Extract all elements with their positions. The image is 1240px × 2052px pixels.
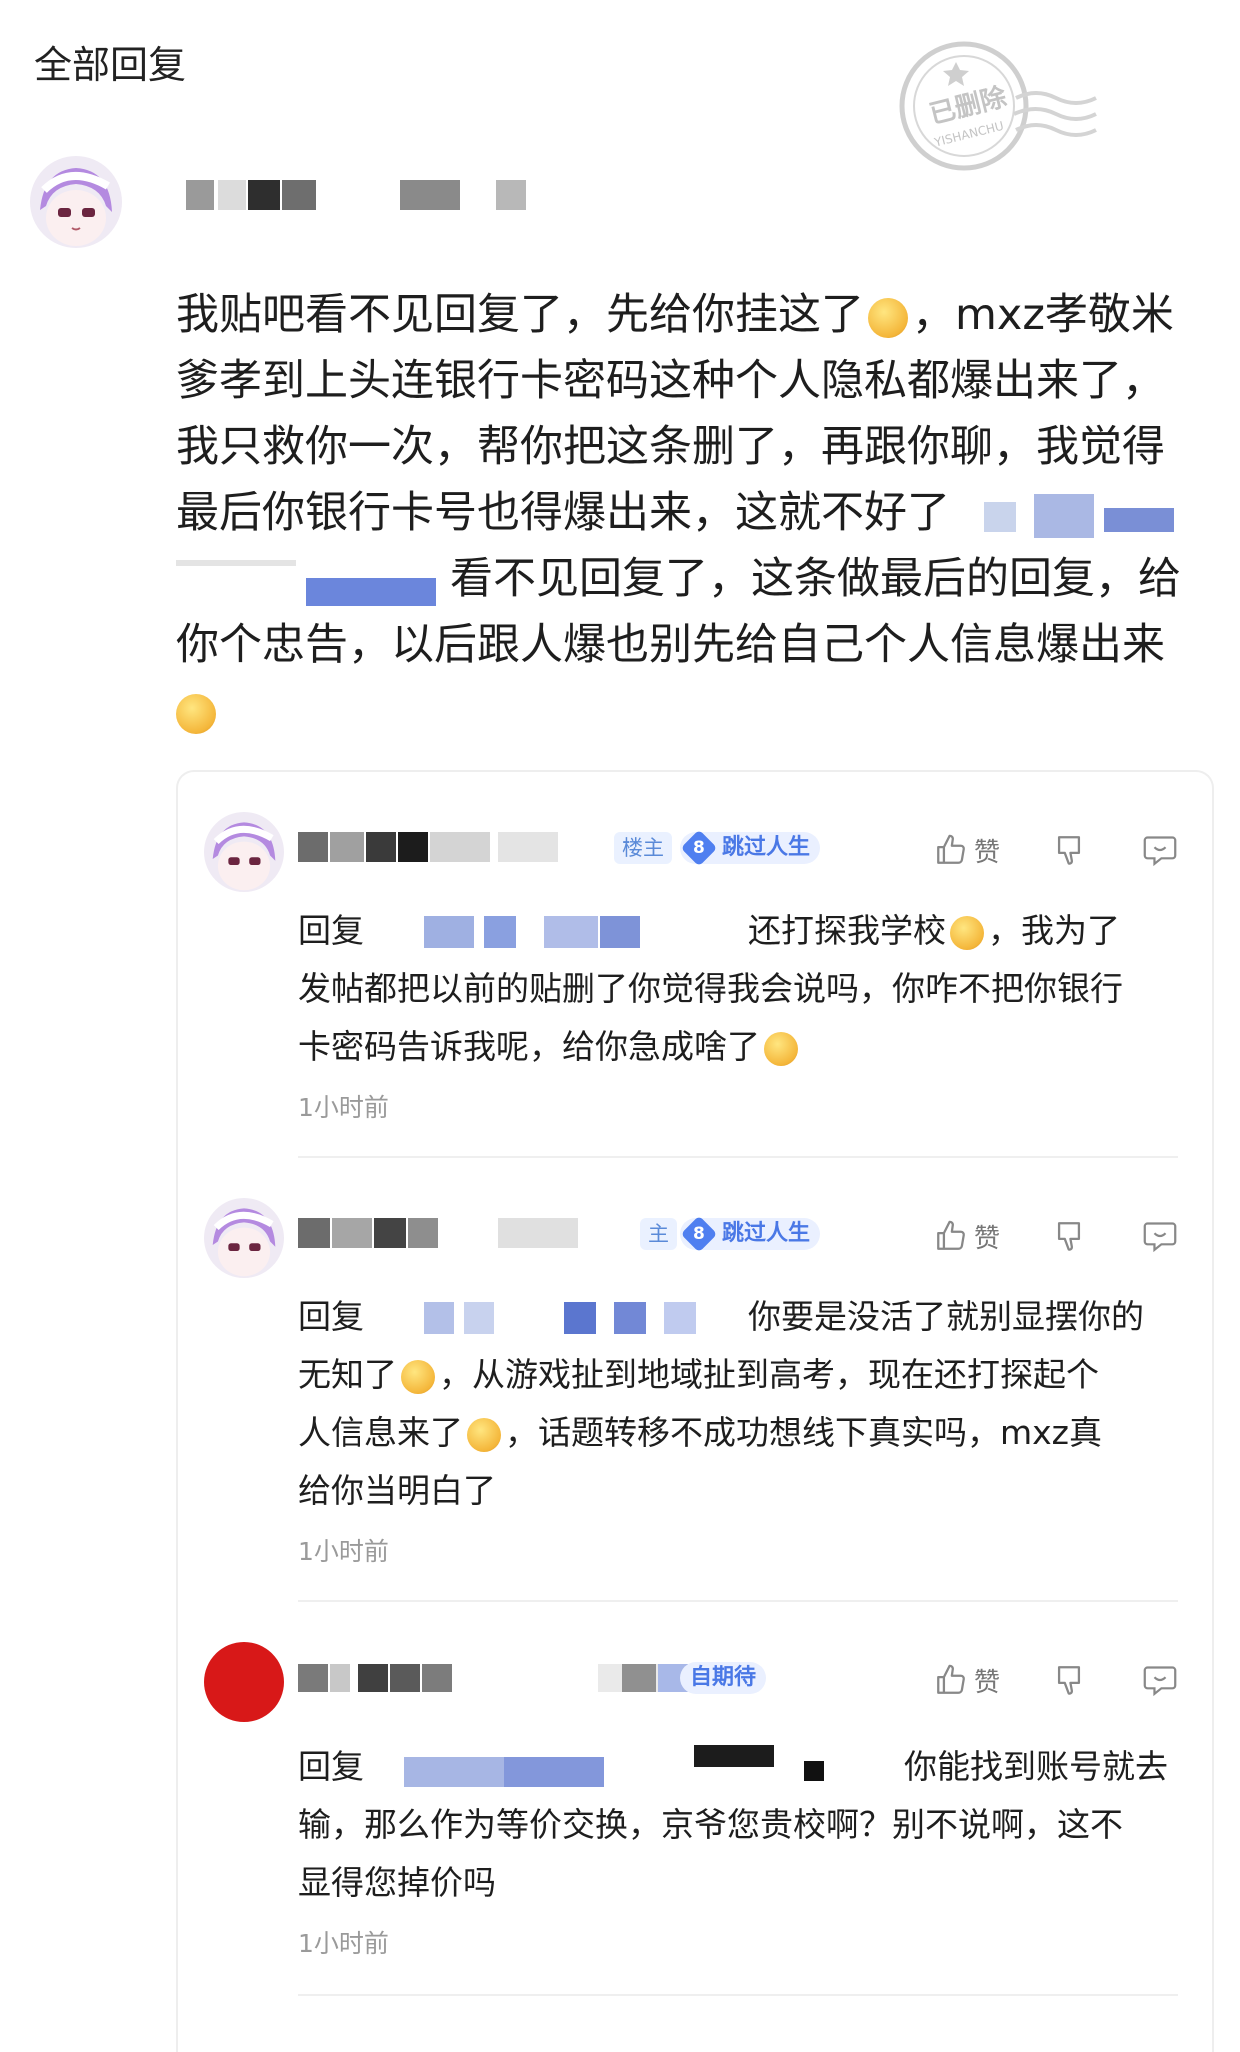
thumbs-down-icon: [1057, 836, 1081, 865]
deleted-stamp: 已删除 YISHANCHU: [896, 38, 1106, 174]
username-redacted: [298, 1218, 598, 1248]
like-button[interactable]: 赞: [934, 828, 1000, 872]
comment-icon: [1143, 1666, 1177, 1697]
avatar[interactable]: [204, 1642, 284, 1722]
divider: [298, 1600, 1178, 1602]
reply-actions: 赞: [934, 828, 1184, 872]
timestamp: 1小时前: [298, 1093, 389, 1122]
redacted-mosaic: [364, 915, 748, 950]
divider: [298, 1994, 1178, 1996]
avatar[interactable]: [204, 1198, 284, 1278]
username-redacted: [298, 832, 578, 862]
thumbs-up-icon: [937, 834, 965, 864]
grin-emoji-icon: [868, 297, 908, 338]
yum-emoji-icon: [950, 915, 984, 950]
comment-button[interactable]: [1142, 1214, 1178, 1258]
host-badge: 楼主: [614, 832, 672, 864]
redacted-mosaic: [364, 1744, 904, 1787]
reply-list: 楼主 8 跳过人生 赞 回复 还打探我学校 ，我为了 发帖都把以前的贴删了你觉得…: [176, 770, 1214, 2052]
thumbs-up-icon: [937, 1664, 965, 1694]
dislike-button[interactable]: [1052, 1658, 1086, 1702]
title-badge: 自期待: [680, 1662, 767, 1694]
timestamp: 1小时前: [298, 1537, 389, 1566]
host-badge: 主: [640, 1218, 677, 1250]
avatar[interactable]: [30, 156, 122, 248]
reply-actions: 赞: [934, 1214, 1184, 1258]
like-button[interactable]: 赞: [934, 1658, 1000, 1702]
page-title: 全部回复: [34, 43, 187, 87]
reply-content: 回复 你能找到账号就去 输，那么作为等价交换，京爷您贵校啊？别不说啊，这不 显得…: [298, 1738, 1178, 1912]
username-redacted: [160, 178, 530, 214]
grin-emoji-icon: [401, 1359, 435, 1394]
level-badge: 8 跳过人生: [680, 829, 821, 867]
comment-button[interactable]: [1142, 828, 1178, 872]
dislike-button[interactable]: [1052, 1214, 1086, 1258]
reply-content: 回复 还打探我学校 ，我为了 发帖都把以前的贴删了你觉得我会说吗，你咋不把你银行 …: [298, 911, 1123, 1066]
redacted-mosaic: [364, 1301, 748, 1336]
thumbs-down-icon: [1057, 1666, 1081, 1695]
avatar[interactable]: [204, 812, 284, 892]
reply-actions: 赞: [934, 1658, 1184, 1702]
comment-icon: [1143, 1222, 1177, 1253]
thumbs-down-icon: [1057, 1222, 1081, 1251]
post-content: 我贴吧看不见回复了，先给你挂这了 ，mxz孝敬米 爹孝到上头连银行卡密码这种个人隐…: [176, 282, 1216, 744]
username-redacted: [298, 1664, 658, 1694]
redacted-mosaic: [176, 559, 450, 606]
thumbs-up-icon: [937, 1220, 965, 1250]
comment-button[interactable]: [1142, 1658, 1178, 1702]
divider: [298, 1156, 1178, 1158]
laugh-emoji-icon: [764, 1031, 798, 1066]
redacted-mosaic: [964, 493, 1184, 538]
yum-emoji-icon: [467, 1417, 501, 1452]
comment-icon: [1143, 836, 1177, 867]
level-badge: 8 跳过人生: [680, 1215, 821, 1253]
reply-content: 回复 你要是没活了就别显摆你的 无知了 ，从游戏扯到地域扯到高考，现在还打探起个 …: [298, 1297, 1144, 1510]
like-button[interactable]: 赞: [934, 1214, 1000, 1258]
timestamp: 1小时前: [298, 1929, 389, 1958]
laugh-emoji-icon: [176, 693, 216, 734]
dislike-button[interactable]: [1052, 828, 1086, 872]
